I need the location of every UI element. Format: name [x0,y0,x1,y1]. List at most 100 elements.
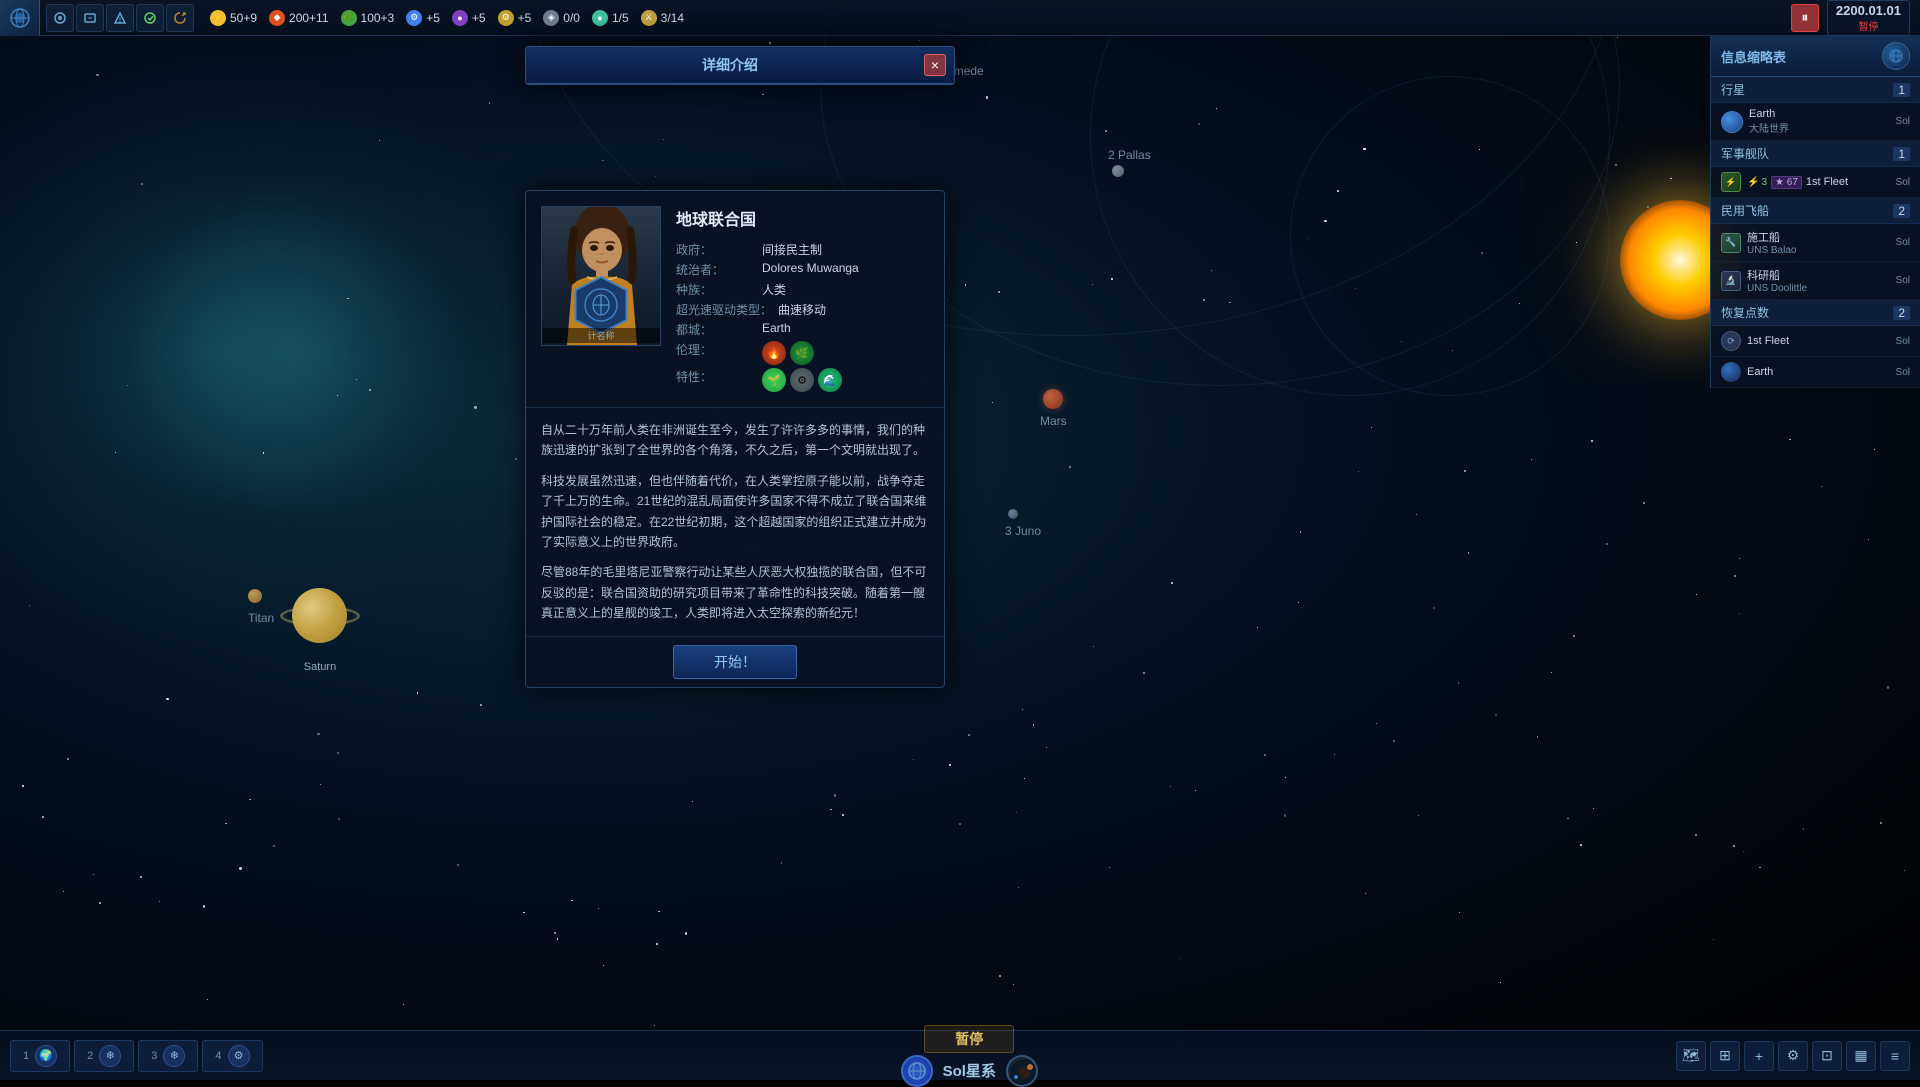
civilian-section-count: 2 [1893,204,1910,218]
recovery-earth-loc: Sol [1896,367,1910,378]
start-game-button[interactable]: 开始！ [673,645,797,679]
resource-energy[interactable]: ⚡ 50+9 [210,10,257,26]
influence-value: +5 [472,11,486,25]
tab-3-icon: ❄ [163,1045,185,1067]
saturn-group[interactable]: Saturn [280,576,360,673]
earth-item-loc: Sol [1896,116,1910,127]
list-btn[interactable]: ≡ [1880,1041,1910,1071]
solar-system: Mars Saturn Titan 2 Pallas 3 Juno Ganyme… [0,36,1920,1080]
empire-logo-icon [9,7,31,29]
globe-svg [1888,48,1904,64]
map-btn[interactable]: 🗺 [1676,1041,1706,1071]
government-row: 政府： 间接民主制 [676,241,929,258]
ethics-row: 伦理： 🔥 🌿 [676,341,929,365]
consumer-icon: ● [592,10,608,26]
government-label: 政府： [676,241,756,258]
fleet-power: ⚡ 3 [1747,177,1767,188]
planet-mars[interactable] [1043,389,1063,409]
pause-button[interactable]: ⏸ [1791,4,1819,32]
civ-footer: 开始！ [526,637,944,687]
system-name: Sol星系 [943,1060,996,1081]
alloys-value: 0/0 [563,11,580,25]
resource-mineral[interactable]: ◆ 200+11 [269,10,329,26]
science-value: +5 [426,11,440,25]
bottom-tab-2[interactable]: 2 ❄ [74,1040,134,1072]
dialog-close-button[interactable]: × [924,54,946,76]
detail-dialog: 详细介绍 × [525,46,955,85]
portrait-background [542,207,660,345]
settings-btn[interactable]: ⚙ [1778,1041,1808,1071]
zoom-in-btn[interactable]: + [1744,1041,1774,1071]
ethic-icon-2: 🌿 [790,341,814,365]
doolittle-type: 科研船 [1747,267,1890,283]
resource-unity[interactable]: ⚙ +5 [498,10,532,26]
government-value: 间接民主制 [762,241,822,258]
civ-top-section: 计名称 地球联合国 政府： 间接民主制 统治者： Dolores Muwanga… [526,191,944,408]
resource-consumer[interactable]: ● 1/5 [592,10,629,26]
unity-icon: ⚙ [498,10,514,26]
system-display: Sol星系 [901,1055,1038,1087]
planet-pallas[interactable] [1112,165,1124,177]
planet-titan[interactable] [248,589,262,603]
resource-food[interactable]: 🌿 100+3 [341,10,395,26]
ftl-row: 超光速驱动类型： 曲速移动 [676,301,929,318]
resource-alloys[interactable]: ◈ 0/0 [543,10,580,26]
bottom-tab-4[interactable]: 4 ⚙ [202,1040,262,1072]
ruler-value: Dolores Muwanga [762,261,859,275]
pause-banner: 暂停 [924,1025,1014,1053]
species-row: 种族： 人类 [676,281,929,298]
emblem-label: 计名称 [542,328,660,343]
trade-icon: ⚔ [641,10,657,26]
filter-btn[interactable]: ⊞ [1710,1041,1740,1071]
bottom-tab-3[interactable]: 3 ❄ [138,1040,198,1072]
resource-trade[interactable]: ⚔ 3/14 [641,10,684,26]
fleet-item[interactable]: ⚡ ⚡ 3 ★ 67 1st Fleet Sol [1711,167,1920,198]
recovery-fleet-item[interactable]: ⟳ 1st Fleet Sol [1711,326,1920,357]
recovery-earth-item[interactable]: Earth Sol [1711,357,1920,388]
action-icon-1[interactable] [46,4,74,32]
resource-science[interactable]: ⚙ +5 [406,10,440,26]
ethic-icon-1: 🔥 [762,341,786,365]
resource-influence[interactable]: ● +5 [452,10,486,26]
system-icon[interactable] [901,1055,933,1087]
dialog-header: 详细介绍 × [526,47,954,84]
recovery-earth-text: Earth [1747,366,1890,378]
globe-icon[interactable] [1882,42,1910,70]
capital-row: 都城： Earth [676,321,929,338]
action-icon-4[interactable] [136,4,164,32]
planet-earth-item[interactable]: Earth 大陆世界 Sol [1711,103,1920,141]
section-recovery: 恢复点数 2 [1711,300,1920,326]
titan-label: Titan [248,611,274,625]
balao-loc: Sol [1896,237,1910,248]
mineral-value: 200+11 [289,11,329,25]
action-icon-2[interactable] [76,4,104,32]
zoom-fit-btn[interactable]: ⊡ [1812,1041,1842,1071]
action-icon-3[interactable] [106,4,134,32]
species-label: 种族： [676,281,756,298]
balao-name: UNS Balao [1747,245,1890,256]
recovery-section-count: 2 [1893,306,1910,320]
juno-label: 3 Juno [1005,524,1041,538]
tab-1-icon: 🌍 [35,1045,57,1067]
ship-doolittle-item[interactable]: 🔬 科研船 UNS Doolittle Sol [1711,262,1920,300]
planet-juno[interactable] [1008,509,1018,519]
ship-balao-item[interactable]: 🔧 施工船 UNS Balao Sol [1711,224,1920,262]
section-military: 军事舰队 1 [1711,141,1920,167]
action-icon-5[interactable] [166,4,194,32]
date-display: 2200.01.01 暂停 [1827,0,1910,36]
bottom-bar: 1 🌍 2 ❄ 3 ❄ 4 ⚙ 暂停 Sol星 [0,1030,1920,1080]
empire-logo-btn[interactable] [0,0,40,36]
bottom-tabs: 1 🌍 2 ❄ 3 ❄ 4 ⚙ [0,1040,273,1072]
info-panel: 信息缩略表 行星 1 Earth 大陆世界 Sol 军事舰队 1 ⚡ [1710,36,1920,388]
alloys-icon: ◈ [543,10,559,26]
layout-btn[interactable]: ▦ [1846,1041,1876,1071]
bottom-tab-1[interactable]: 1 🌍 [10,1040,70,1072]
recovery-section-title: 恢复点数 [1721,304,1769,321]
mineral-icon: ◆ [269,10,285,26]
doolittle-loc: Sol [1896,275,1910,286]
system-globe-icon [907,1061,927,1081]
icon-4-svg [143,11,157,25]
trade-value: 3/14 [661,11,684,25]
system-thumb-svg [1008,1057,1038,1087]
icon-2-svg [83,11,97,25]
